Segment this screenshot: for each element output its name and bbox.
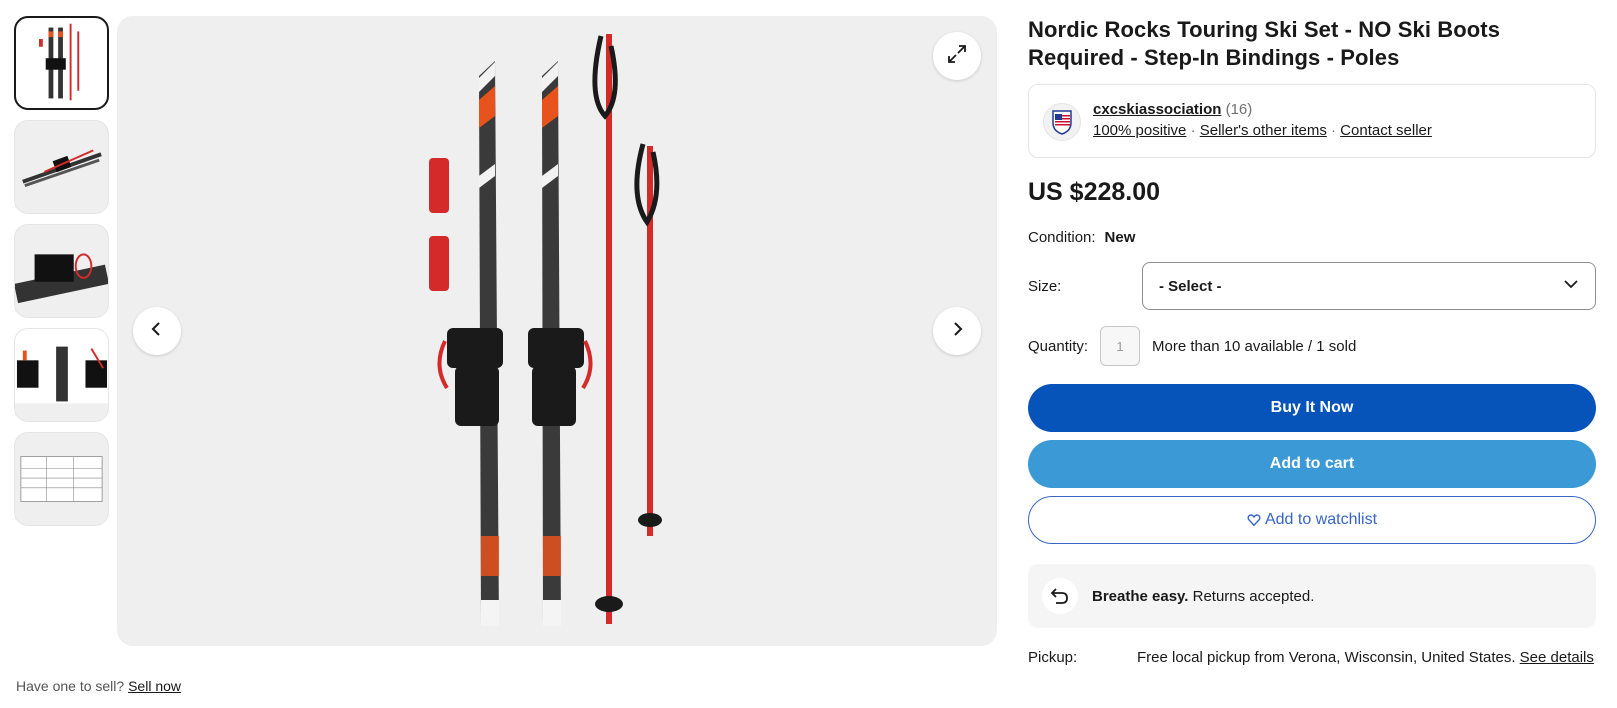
sell-question: Have one to sell? xyxy=(16,678,125,694)
chevron-down-icon xyxy=(1563,276,1579,296)
previous-image-button[interactable] xyxy=(133,307,181,355)
pickup-description: Free local pickup from Verona, Wisconsin… xyxy=(1137,649,1520,666)
item-details-panel: Nordic Rocks Touring Ski Set - NO Ski Bo… xyxy=(1028,16,1596,668)
pickup-row: Pickup: Free local pickup from Verona, W… xyxy=(1028,648,1596,668)
add-to-cart-button[interactable]: Add to cart xyxy=(1028,440,1596,488)
quantity-label: Quantity: xyxy=(1028,337,1089,355)
item-price: US $228.00 xyxy=(1028,178,1161,206)
condition-label: Condition: xyxy=(1028,229,1096,246)
sell-prompt: Have one to sell? Sell now xyxy=(16,678,181,694)
seller-logo-icon xyxy=(1052,110,1072,135)
pickup-label: Pickup: xyxy=(1028,649,1078,666)
buy-it-now-button[interactable]: Buy It Now xyxy=(1028,384,1596,432)
seller-name-row: cxcskiassociation (16) xyxy=(1093,101,1252,118)
chevron-left-icon xyxy=(148,320,166,343)
separator: · xyxy=(1190,122,1200,139)
thumbnail-4[interactable] xyxy=(14,328,109,422)
thumbnail-strip xyxy=(14,16,110,536)
quantity-input[interactable]: 1 xyxy=(1100,326,1140,366)
seller-links: 100% positive · Seller's other items · C… xyxy=(1093,122,1432,139)
contact-seller-link[interactable]: Contact seller xyxy=(1340,122,1432,139)
item-title: Nordic Rocks Touring Ski Set - NO Ski Bo… xyxy=(1028,17,1501,70)
see-details-link[interactable]: See details xyxy=(1520,649,1594,666)
seller-card: cxcskiassociation (16) 100% positive · S… xyxy=(1028,84,1596,158)
next-image-button[interactable] xyxy=(933,307,981,355)
size-row: Size: - Select - xyxy=(1028,262,1596,310)
condition-value: New xyxy=(1104,229,1136,246)
quantity-row: Quantity: 1 More than 10 available / 1 s… xyxy=(1028,326,1596,366)
separator: · xyxy=(1331,122,1341,139)
size-label: Size: xyxy=(1028,277,1062,295)
return-arrow-icon xyxy=(1042,578,1078,614)
main-product-image[interactable] xyxy=(117,16,997,646)
heart-icon xyxy=(1247,513,1261,527)
expand-icon xyxy=(946,43,968,70)
add-to-watchlist-button[interactable]: Add to watchlist xyxy=(1028,496,1596,544)
seller-other-items-link[interactable]: Seller's other items xyxy=(1200,122,1327,139)
ski-set-photo xyxy=(429,34,662,626)
thumbnail-3[interactable] xyxy=(14,224,109,318)
expand-button[interactable] xyxy=(933,32,981,80)
size-selected-value: - Select - xyxy=(1159,277,1222,295)
seller-name-link[interactable]: cxcskiassociation xyxy=(1093,101,1221,118)
returns-banner: Breathe easy. Returns accepted. xyxy=(1028,564,1596,628)
thumbnail-5[interactable] xyxy=(14,432,109,526)
returns-headline: Breathe easy. xyxy=(1092,587,1189,605)
condition-row: Condition: New xyxy=(1028,229,1596,246)
watchlist-label: Add to watchlist xyxy=(1264,511,1378,528)
seller-positive-link[interactable]: 100% positive xyxy=(1093,122,1186,139)
pickup-text: Free local pickup from Verona, Wisconsin… xyxy=(1137,648,1596,668)
seller-feedback-count: (16) xyxy=(1225,101,1253,118)
chevron-right-icon xyxy=(948,320,966,343)
seller-avatar[interactable] xyxy=(1043,103,1081,141)
thumbnail-1[interactable] xyxy=(14,16,109,110)
size-select[interactable]: - Select - xyxy=(1142,262,1596,310)
returns-text: Returns accepted. xyxy=(1188,587,1315,605)
sell-now-link[interactable]: Sell now xyxy=(128,678,181,694)
quantity-availability: More than 10 available / 1 sold xyxy=(1152,337,1357,355)
thumbnail-2[interactable] xyxy=(14,120,109,214)
